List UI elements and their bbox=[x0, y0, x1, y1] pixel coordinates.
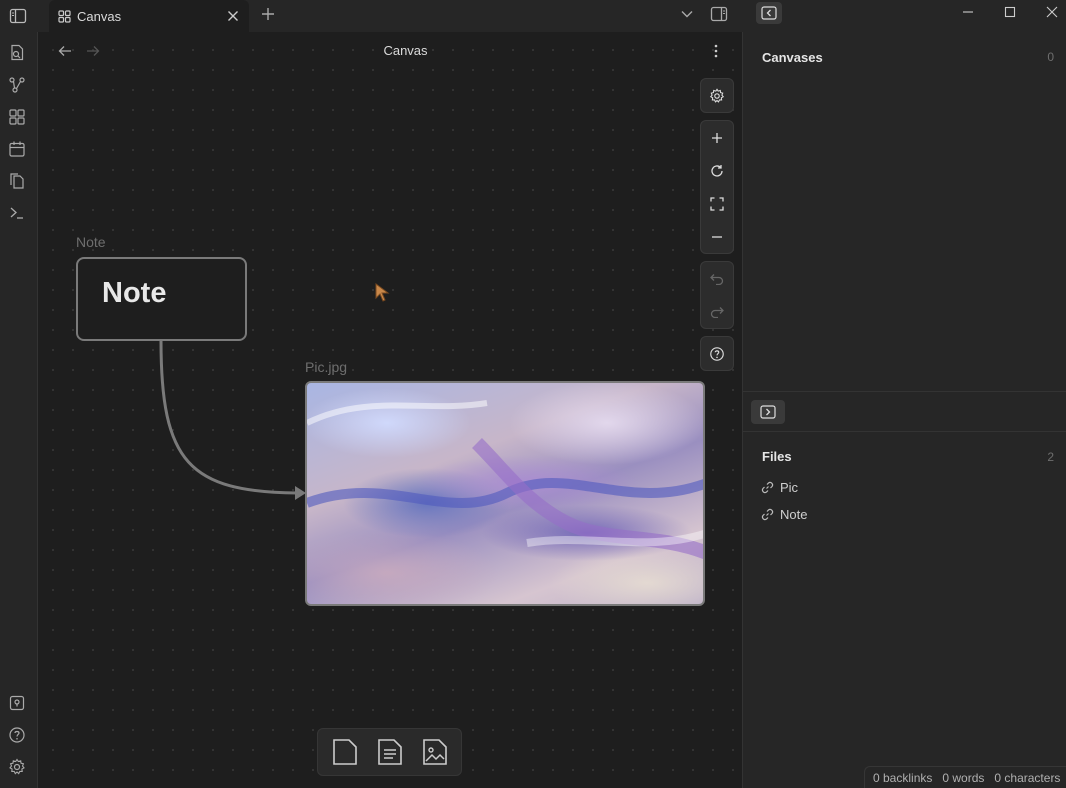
canvas-icon bbox=[58, 9, 71, 23]
link-icon bbox=[761, 508, 774, 521]
open-graph-view-button[interactable] bbox=[6, 74, 28, 96]
open-vault-button[interactable] bbox=[6, 692, 28, 714]
canvas-view[interactable]: Canvas Note Note Pic.jpg bbox=[39, 32, 742, 788]
open-daily-note-button[interactable] bbox=[6, 138, 28, 160]
image-node-label: Pic.jpg bbox=[305, 359, 348, 375]
cursor-icon bbox=[375, 283, 390, 302]
add-media-button[interactable] bbox=[418, 735, 452, 769]
tab-canvas[interactable]: Canvas bbox=[49, 0, 249, 32]
tab-list-button[interactable] bbox=[677, 3, 697, 25]
sidebar-right-icon bbox=[710, 6, 728, 22]
file-item-note[interactable]: Note bbox=[761, 507, 807, 522]
image-card[interactable] bbox=[305, 381, 705, 606]
canvas-icon bbox=[9, 109, 25, 125]
minimize-icon bbox=[963, 11, 973, 13]
files-count: 2 bbox=[1047, 450, 1054, 464]
close-icon bbox=[1046, 6, 1058, 18]
file-item-label: Note bbox=[780, 507, 808, 522]
plus-icon bbox=[262, 8, 274, 20]
link-icon bbox=[761, 481, 774, 494]
toggle-left-sidebar-button[interactable] bbox=[0, 0, 36, 32]
word-count: 0 words bbox=[942, 770, 985, 785]
toggle-right-sidebar-button[interactable] bbox=[707, 3, 731, 25]
canvases-count: 0 bbox=[1047, 50, 1054, 64]
files-icon bbox=[10, 173, 24, 189]
left-ribbon bbox=[0, 32, 38, 788]
tab-label: Canvas bbox=[77, 8, 122, 24]
gear-icon bbox=[9, 758, 25, 775]
open-quick-switcher-button[interactable] bbox=[6, 42, 28, 64]
chevron-down-icon bbox=[681, 11, 693, 18]
add-card-button[interactable] bbox=[328, 735, 362, 769]
graph-icon bbox=[9, 77, 25, 93]
open-command-palette-button[interactable] bbox=[6, 202, 28, 224]
calendar-icon bbox=[9, 141, 25, 157]
file-text-icon bbox=[377, 739, 402, 765]
file-icon bbox=[332, 739, 357, 765]
tab-close-button[interactable] bbox=[223, 6, 243, 26]
canvas-add-toolbar bbox=[317, 728, 462, 776]
note-node-label: Note bbox=[76, 234, 106, 250]
note-heading: Note bbox=[102, 277, 167, 309]
file-image-icon bbox=[422, 739, 447, 765]
create-canvas-button[interactable] bbox=[6, 106, 28, 128]
add-note-button[interactable] bbox=[373, 735, 407, 769]
help-button[interactable] bbox=[6, 724, 28, 746]
chevron-right-box-icon bbox=[760, 405, 776, 419]
sidebar-left-icon bbox=[9, 8, 27, 24]
maximize-button[interactable] bbox=[989, 0, 1031, 24]
chevron-left-box-icon bbox=[761, 6, 777, 20]
character-count: 0 characters bbox=[994, 770, 1061, 785]
title-bar: Canvas bbox=[0, 0, 1066, 32]
file-search-icon bbox=[11, 44, 24, 61]
pane-divider bbox=[743, 431, 1066, 432]
file-item-label: Pic bbox=[780, 480, 799, 495]
abstract-image bbox=[307, 400, 703, 560]
help-icon bbox=[9, 727, 25, 743]
note-card[interactable]: Note bbox=[76, 257, 247, 341]
close-icon bbox=[228, 11, 238, 21]
toggle-pane-button[interactable] bbox=[751, 400, 785, 424]
maximize-icon bbox=[1004, 6, 1016, 18]
canvases-pane-title: Canvases bbox=[762, 50, 823, 65]
new-tab-button[interactable] bbox=[257, 3, 279, 25]
settings-button[interactable] bbox=[6, 756, 28, 778]
pane-divider[interactable] bbox=[743, 391, 1066, 392]
close-window-button[interactable] bbox=[1031, 0, 1066, 24]
status-bar: 0 backlinks 0 words 0 characters bbox=[864, 766, 1066, 788]
vault-icon bbox=[9, 695, 25, 711]
collapse-right-pane-button[interactable] bbox=[756, 2, 782, 24]
terminal-icon bbox=[10, 207, 23, 219]
backlinks-count[interactable]: 0 backlinks bbox=[873, 771, 932, 785]
file-item-pic[interactable]: Pic bbox=[761, 480, 798, 495]
insert-template-button[interactable] bbox=[6, 170, 28, 192]
files-pane-title: Files bbox=[762, 449, 792, 464]
minimize-button[interactable] bbox=[947, 0, 989, 24]
right-sidebar: Canvases 0 Files 2 Pic Note bbox=[742, 32, 1066, 788]
